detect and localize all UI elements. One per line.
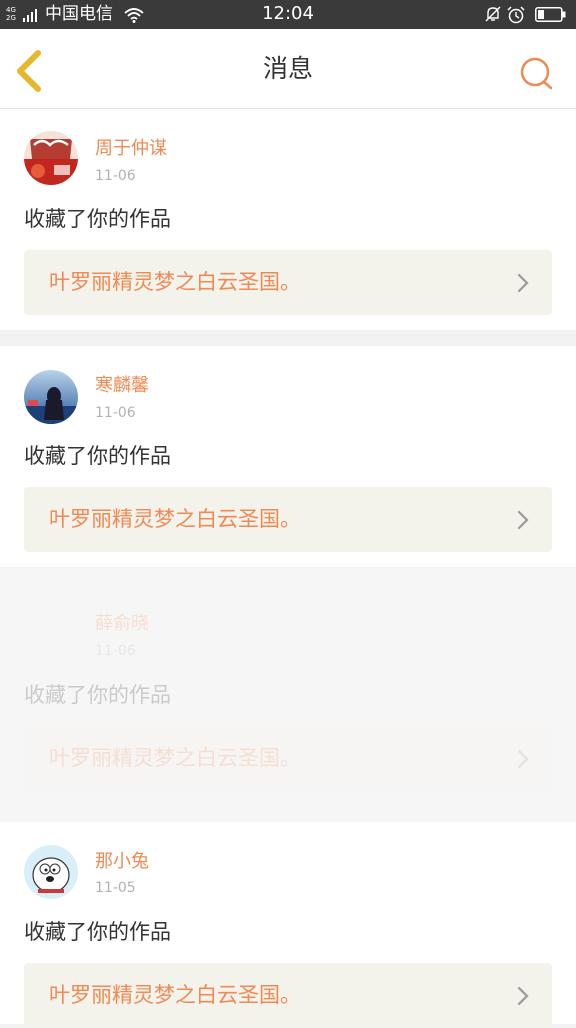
battery-icon [535,7,566,22]
chevron-right-icon [517,510,529,530]
action-text: 收藏了你的作品 [24,683,171,707]
work-title: 叶罗丽精灵梦之白云圣国。 [49,746,301,770]
work-link[interactable]: 叶罗丽精灵梦之白云圣国。 [24,487,552,552]
message-date: 11-06 [95,168,136,184]
message-card: 周于仲谋 11-06 收藏了你的作品 叶罗丽精灵梦之白云圣国。 [0,109,576,330]
message-card: 薛俞晓 11-06 收藏了你的作品 叶罗丽精灵梦之白云圣国。 [0,568,576,822]
action-text: 收藏了你的作品 [24,444,171,468]
chevron-right-icon [517,749,529,769]
message-date: 11-06 [95,643,136,659]
message-date: 11-05 [95,880,136,896]
status-bar: 4G 2G 中国电信 12:04 [0,0,576,29]
action-text: 收藏了你的作品 [24,920,171,944]
header-bar: 消息 [0,29,576,109]
work-link[interactable]: 叶罗丽精灵梦之白云圣国。 [24,250,552,315]
search-icon[interactable] [518,55,554,91]
message-date: 11-06 [95,405,136,421]
work-link[interactable]: 叶罗丽精灵梦之白云圣国。 [24,726,552,791]
chevron-right-icon [517,273,529,293]
user-name[interactable]: 周于仲谋 [95,138,167,160]
avatar-image [24,370,78,424]
avatar[interactable] [24,845,78,899]
user-name[interactable]: 那小兔 [95,851,149,873]
work-title: 叶罗丽精灵梦之白云圣国。 [49,983,301,1007]
message-card: 寒麟馨 11-06 收藏了你的作品 叶罗丽精灵梦之白云圣国。 [0,346,576,567]
work-link[interactable]: 叶罗丽精灵梦之白云圣国。 [24,963,552,1028]
work-title: 叶罗丽精灵梦之白云圣国。 [49,270,301,294]
user-name[interactable]: 寒麟馨 [95,375,149,397]
avatar-image [24,131,78,185]
action-text: 收藏了你的作品 [24,207,171,231]
avatar[interactable] [24,370,78,424]
message-card: 那小兔 11-05 收藏了你的作品 叶罗丽精灵梦之白云圣国。 [0,822,576,1028]
avatar[interactable] [24,131,78,185]
user-name[interactable]: 薛俞晓 [95,613,149,635]
work-title: 叶罗丽精灵梦之白云圣国。 [49,507,301,531]
chevron-right-icon [517,986,529,1006]
bell-muted-icon [485,6,501,22]
page-title: 消息 [262,54,313,83]
alarm-icon [507,6,525,24]
avatar-image [24,845,78,899]
